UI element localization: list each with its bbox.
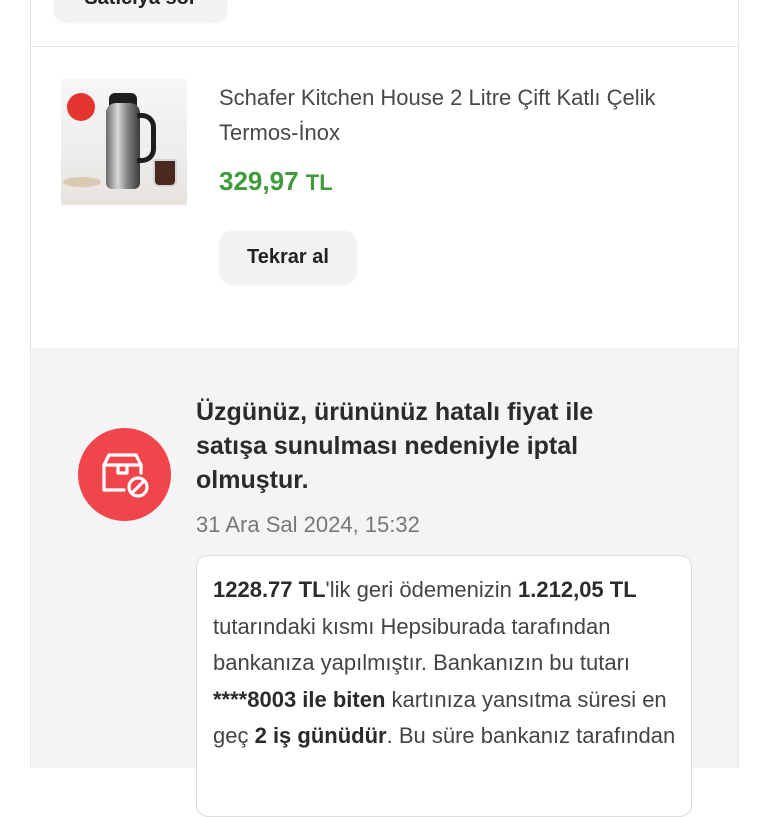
refund-text-2: tutarındaki kısmı Hepsiburada tarafından… bbox=[213, 613, 631, 676]
card-right-border bbox=[738, 0, 739, 768]
status-timestamp: 31 Ara Sal 2024, 15:32 bbox=[196, 512, 420, 537]
online-badge-icon bbox=[67, 93, 95, 121]
tea-cup bbox=[153, 159, 177, 187]
ask-seller-button[interactable]: Satıcıya sor bbox=[54, 0, 227, 22]
thermos-product-image[interactable] bbox=[61, 79, 187, 205]
status-title: Üzgünüz, ürününüz hatalı fiyat ile satış… bbox=[196, 398, 594, 494]
refund-message-box: 1228.77 TL'lik geri ödemenizin 1.212,05 … bbox=[196, 555, 692, 817]
refund-text-4: . Bu süre bankanız tarafından bbox=[386, 723, 676, 748]
price-currency: TL bbox=[305, 170, 333, 195]
plate-decoration bbox=[63, 177, 101, 187]
refund-partial-amount: 1.212,05 TL bbox=[518, 577, 637, 602]
cancelled-order-icon bbox=[78, 428, 171, 521]
refund-total-amount: 1228.77 TL bbox=[213, 577, 326, 602]
refund-message-text: 1228.77 TL'lik geri ödemenizin 1.212,05 … bbox=[213, 572, 677, 755]
card-number: ****8003 ile biten bbox=[213, 686, 386, 712]
thermos-body bbox=[106, 103, 140, 189]
product-price: 329,97 TL bbox=[219, 166, 333, 197]
section-divider bbox=[31, 46, 738, 47]
refund-days: 2 iş günüdür bbox=[254, 723, 387, 748]
product-name-link[interactable]: Schafer Kitchen House 2 Litre Çift Katlı… bbox=[219, 80, 699, 150]
price-value: 329,97 bbox=[219, 166, 299, 196]
refund-text-1: 'lik geri ödemenizin bbox=[325, 577, 519, 602]
thermos-handle bbox=[137, 113, 156, 163]
buy-again-button[interactable]: Tekrar al bbox=[220, 231, 356, 283]
